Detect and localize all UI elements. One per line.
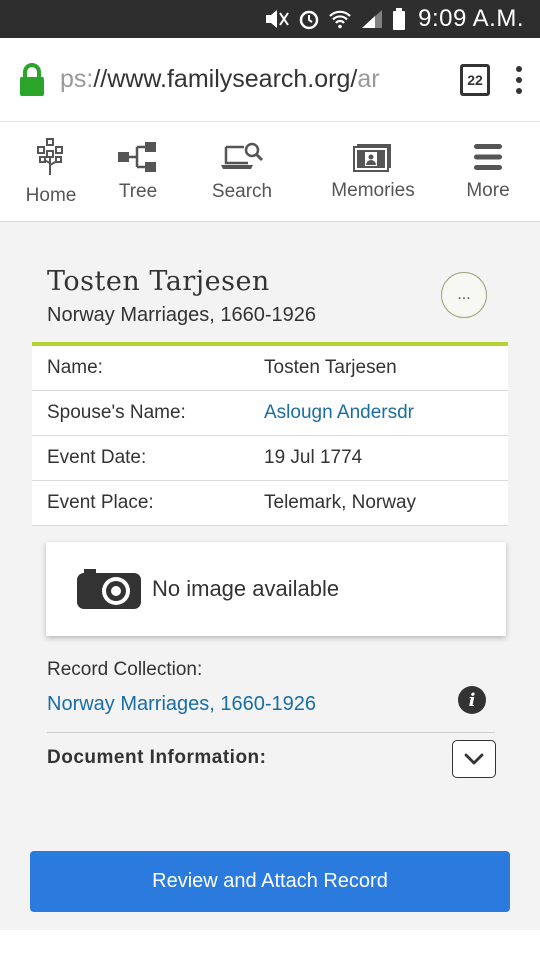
- detail-label: Spouse's Name:: [47, 402, 186, 423]
- nav-tree-label: Tree: [118, 180, 158, 202]
- document-info-toggle[interactable]: [452, 740, 496, 778]
- document-info-label: Document Information:: [47, 747, 267, 768]
- url-path: ar: [357, 65, 380, 93]
- nav-home[interactable]: Home: [0, 122, 102, 221]
- record-card: Tosten Tarjesen Norway Marriages, 1660-1…: [14, 230, 526, 830]
- url-host: //www.familysearch.org/: [93, 65, 358, 93]
- record-title: Tosten Tarjesen: [47, 266, 270, 297]
- record-image-placeholder: No image available: [46, 542, 506, 636]
- record-more-button[interactable]: ...: [441, 272, 487, 318]
- nav-search[interactable]: Search: [174, 122, 310, 221]
- mute-icon: [266, 10, 289, 28]
- camera-icon: [77, 569, 141, 609]
- url-scheme: ps:: [60, 65, 94, 93]
- nav-search-label: Search: [211, 180, 273, 202]
- app-nav: Home Tree Search Memories More: [0, 122, 540, 222]
- status-bar: 9:09 A.M.: [0, 0, 540, 38]
- detail-row-name: Name: Tosten Tarjesen: [32, 346, 508, 391]
- nav-memories[interactable]: Memories: [310, 122, 436, 221]
- wifi-icon: [329, 10, 351, 29]
- collection-link[interactable]: Norway Marriages, 1660-1926: [47, 693, 316, 716]
- nav-home-label: Home: [25, 184, 77, 206]
- nav-more-label: More: [466, 179, 510, 201]
- tab-switcher-button[interactable]: 22: [460, 63, 490, 96]
- browser-menu-icon[interactable]: [516, 65, 522, 94]
- detail-label: Event Date:: [47, 447, 147, 468]
- info-icon[interactable]: i: [458, 686, 486, 714]
- url-bar[interactable]: ps://www.familysearch.org/ar: [60, 65, 442, 94]
- spouse-name-link[interactable]: Aslougn Andersdr: [264, 402, 414, 424]
- main-content: Tosten Tarjesen Norway Marriages, 1660-1…: [0, 222, 540, 930]
- alarm-icon: [299, 10, 319, 30]
- nav-tree[interactable]: Tree: [102, 122, 174, 221]
- status-icons: [264, 8, 406, 30]
- no-image-text: No image available: [152, 576, 340, 601]
- nav-memories-label: Memories: [331, 179, 415, 201]
- lock-icon[interactable]: [18, 62, 46, 97]
- divider: [47, 732, 495, 733]
- detail-row-spouse: Spouse's Name: Aslougn Andersdr: [32, 391, 508, 436]
- detail-label: Event Place:: [47, 492, 154, 513]
- signal-icon: [362, 10, 383, 28]
- battery-icon: [393, 8, 406, 30]
- collection-label: Record Collection:: [47, 659, 203, 680]
- pedigree-icon: [118, 141, 156, 172]
- tree-home-icon: [37, 137, 63, 175]
- detail-row-event-place: Event Place: Telemark, Norway: [32, 481, 508, 526]
- hamburger-icon: [474, 143, 502, 170]
- record-details-table: Name: Tosten Tarjesen Spouse's Name: Asl…: [32, 342, 508, 526]
- search-laptop-icon: [221, 142, 264, 169]
- photo-icon: [353, 143, 391, 172]
- detail-value: Tosten Tarjesen: [264, 357, 397, 378]
- page-bottom: [0, 930, 540, 960]
- status-time: 9:09 A.M.: [418, 5, 524, 32]
- detail-label: Name:: [47, 357, 103, 378]
- nav-more[interactable]: More: [436, 122, 540, 221]
- detail-row-event-date: Event Date: 19 Jul 1774: [32, 436, 508, 481]
- review-attach-button[interactable]: Review and Attach Record: [30, 851, 510, 912]
- detail-value: 19 Jul 1774: [264, 447, 363, 468]
- chevron-down-icon: [464, 753, 484, 765]
- detail-value: Telemark, Norway: [264, 492, 417, 513]
- record-subtitle: Norway Marriages, 1660-1926: [47, 304, 317, 326]
- browser-toolbar: ps://www.familysearch.org/ar 22: [0, 38, 540, 122]
